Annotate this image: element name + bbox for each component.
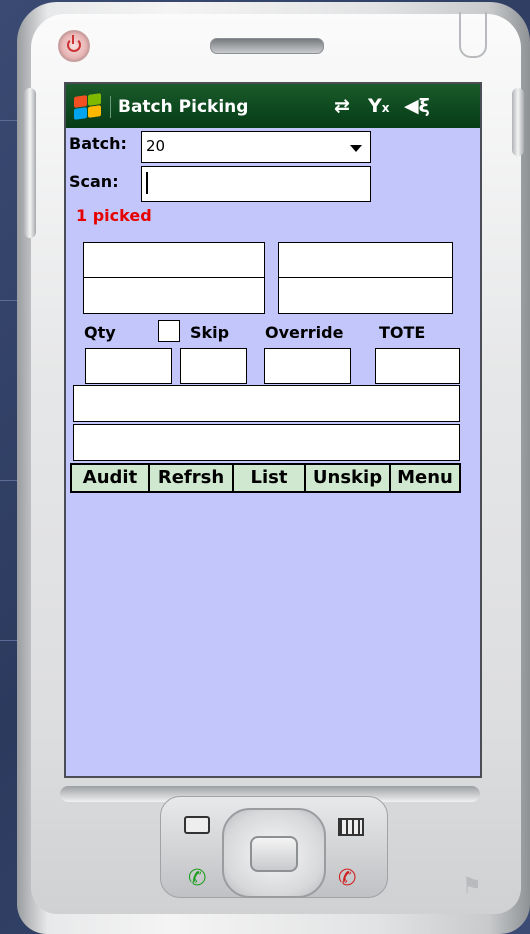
list-button[interactable]: List xyxy=(232,463,304,493)
left-side-button[interactable] xyxy=(24,88,36,238)
red-phone-icon[interactable]: ✆ xyxy=(338,866,356,891)
scan-input[interactable] xyxy=(141,166,371,202)
title-bar: Batch Picking ⇄ Yx ◀ξ xyxy=(66,84,480,128)
picked-status: 1 picked xyxy=(76,206,152,225)
tote-input[interactable] xyxy=(375,348,460,384)
chevron-down-icon[interactable] xyxy=(350,145,362,152)
menu-button[interactable]: Menu xyxy=(389,463,461,493)
no-signal-icon[interactable]: Yx xyxy=(368,95,390,119)
stylus-slot xyxy=(459,12,487,58)
power-button[interactable] xyxy=(58,30,90,62)
skip-label: Skip xyxy=(190,323,230,342)
app-title: Batch Picking xyxy=(118,97,249,117)
qty-input[interactable] xyxy=(85,348,172,384)
override-label: Override xyxy=(265,323,344,342)
windows-flag-icon[interactable] xyxy=(72,93,102,120)
calendar-icon[interactable] xyxy=(338,818,364,836)
skip-checkbox[interactable] xyxy=(158,320,180,342)
refresh-button[interactable]: Refrsh xyxy=(148,463,232,493)
scan-label: Scan: xyxy=(69,172,119,191)
info-field-1[interactable] xyxy=(83,242,265,279)
speaker-mute-icon[interactable]: ◀ξ xyxy=(404,95,430,117)
speaker-grille xyxy=(210,38,324,54)
device-screen: Batch Picking ⇄ Yx ◀ξ Batch: 20 Scan: 1 … xyxy=(64,82,482,778)
windows-logo-icon: ⚑ xyxy=(462,874,482,899)
batch-value: 20 xyxy=(146,137,166,155)
dpad-select-button[interactable] xyxy=(250,836,298,872)
text-caret xyxy=(146,172,148,194)
info-field-3[interactable] xyxy=(278,242,453,279)
audit-button[interactable]: Audit xyxy=(70,463,148,493)
unskip-button[interactable]: Unskip xyxy=(304,463,389,493)
action-toolbar: Audit Refrsh List Unskip Menu xyxy=(70,463,461,493)
skip-input[interactable] xyxy=(180,348,247,384)
batch-label: Batch: xyxy=(69,134,127,153)
info-field-4[interactable] xyxy=(278,277,453,314)
description-field-2[interactable] xyxy=(73,424,460,461)
info-field-2[interactable] xyxy=(83,277,265,314)
tote-label: TOTE xyxy=(379,323,426,342)
qty-label: Qty xyxy=(84,323,116,342)
right-side-button[interactable] xyxy=(512,88,524,156)
title-separator xyxy=(110,96,111,118)
power-icon xyxy=(67,38,81,52)
override-input[interactable] xyxy=(264,348,351,384)
description-field-1[interactable] xyxy=(73,385,460,422)
batch-select[interactable]: 20 xyxy=(141,131,371,163)
sync-arrows-icon[interactable]: ⇄ xyxy=(334,95,350,117)
green-phone-icon[interactable]: ✆ xyxy=(188,866,206,891)
contact-card-icon[interactable] xyxy=(184,816,210,834)
